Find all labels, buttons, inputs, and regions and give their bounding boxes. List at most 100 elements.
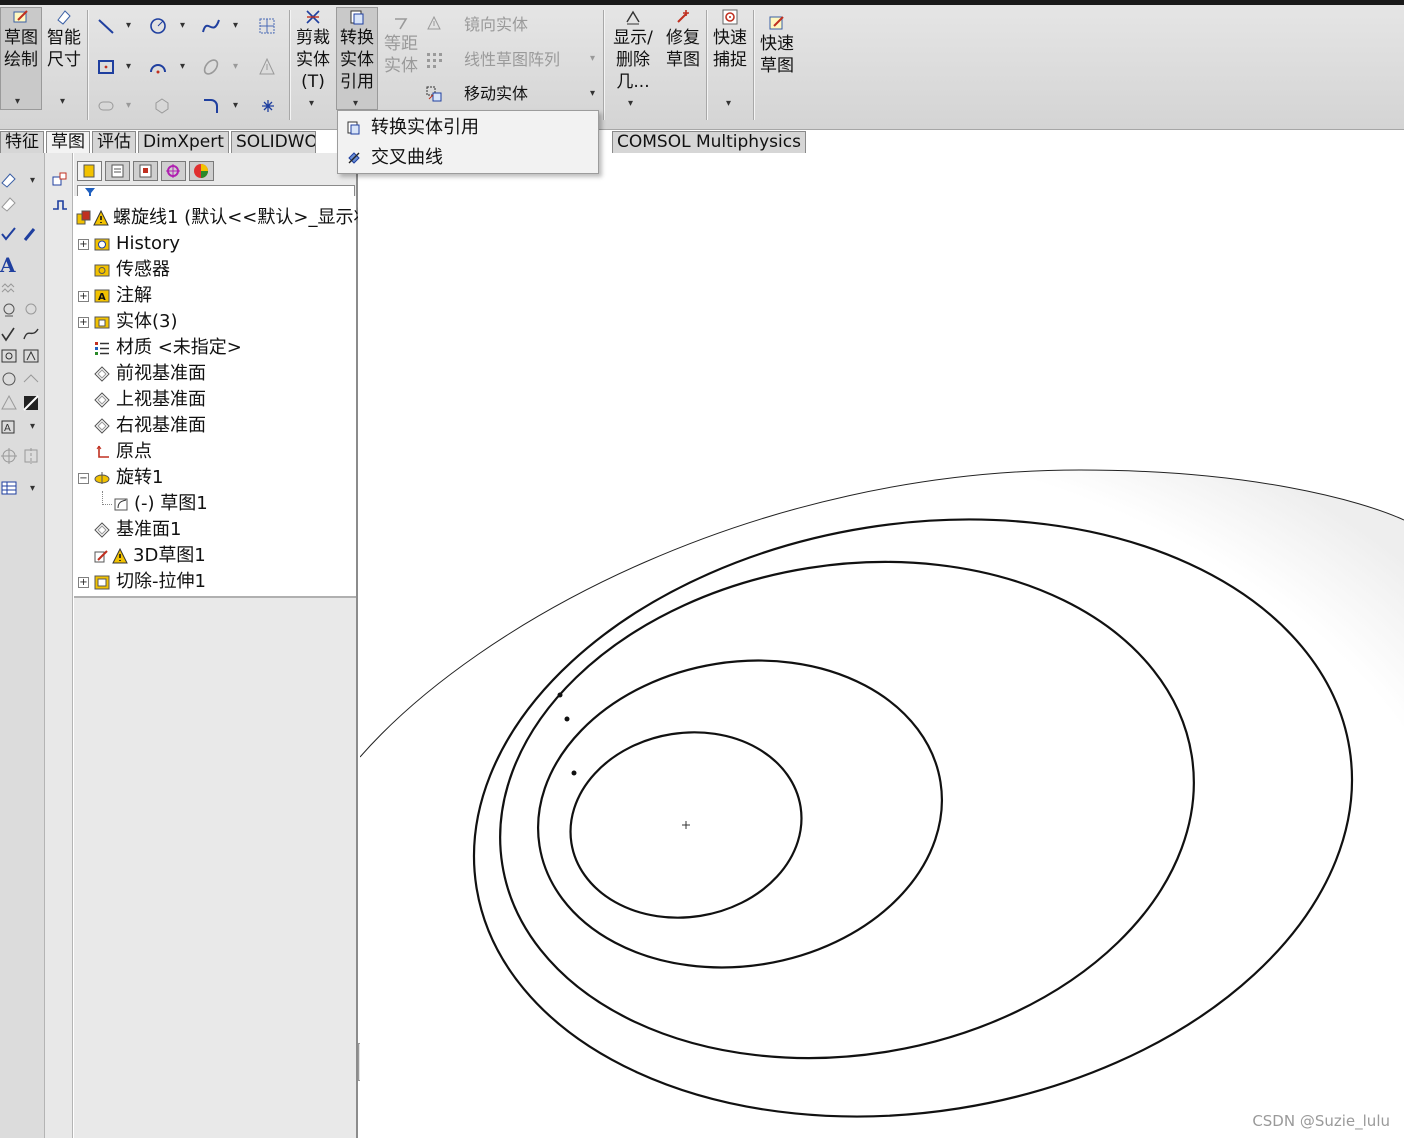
- convert-caret[interactable]: ▾: [353, 98, 358, 109]
- hatch-fill-icon[interactable]: [22, 394, 40, 412]
- sketch-dropdown-caret[interactable]: ▾: [15, 96, 20, 107]
- format-painter-icon[interactable]: [22, 225, 40, 243]
- revision-cloud-icon[interactable]: [0, 370, 18, 388]
- ellipse-caret[interactable]: ▾: [233, 61, 238, 72]
- offset-entities-button[interactable]: 等距 实体: [381, 14, 421, 77]
- pattern-caret[interactable]: ▾: [590, 53, 595, 64]
- hole-callout-icon[interactable]: [22, 347, 40, 365]
- graphics-area[interactable]: CSDN @Suzie_lulu: [360, 153, 1404, 1138]
- tab-dimxpert[interactable]: DimXpert: [138, 131, 229, 153]
- sketch-point[interactable]: [571, 770, 577, 776]
- smart-dimension-caret[interactable]: ▾: [60, 96, 65, 107]
- table-icon[interactable]: [0, 479, 18, 497]
- step-line-icon[interactable]: [51, 195, 69, 213]
- tab-evaluate[interactable]: 评估: [92, 131, 136, 153]
- magnetic-line-icon[interactable]: [22, 370, 40, 388]
- mirror-entities-label[interactable]: 镜向实体: [464, 14, 528, 36]
- move-caret[interactable]: ▾: [590, 88, 595, 99]
- ellipse-icon[interactable]: [201, 57, 221, 77]
- tree-item-revolve[interactable]: − 旋转1: [78, 465, 358, 491]
- line-icon[interactable]: [96, 16, 116, 36]
- expand-icon[interactable]: +: [78, 577, 89, 588]
- tab-comsol[interactable]: COMSOL Multiphysics: [612, 131, 806, 153]
- tree-item-cut-extrude1[interactable]: + 切除-拉伸1: [78, 569, 358, 595]
- tab-feature-tree[interactable]: [77, 161, 102, 181]
- tree-root-node[interactable]: 螺旋线1 (默认<<默认>_显示状: [76, 205, 358, 231]
- centerline-icon[interactable]: [22, 447, 40, 465]
- circle-caret[interactable]: ▾: [180, 20, 185, 31]
- sketch-point[interactable]: [557, 692, 563, 698]
- sketch-grid-icon[interactable]: [257, 16, 277, 36]
- menu-item-intersection-curve[interactable]: 交叉曲线: [338, 143, 598, 173]
- center-mark-icon[interactable]: [0, 447, 18, 465]
- dimension-alt-icon[interactable]: [0, 195, 18, 213]
- expand-icon[interactable]: +: [78, 317, 89, 328]
- quick-snaps-caret[interactable]: ▾: [726, 98, 731, 109]
- expand-icon[interactable]: +: [78, 239, 89, 250]
- rectangle-icon[interactable]: [96, 57, 116, 77]
- expand-icon[interactable]: +: [78, 291, 89, 302]
- move-entities-icon[interactable]: [424, 84, 444, 104]
- balloon-icon[interactable]: [0, 281, 18, 299]
- repair-sketch-button[interactable]: 修复 草图: [663, 8, 703, 71]
- datum-target-icon[interactable]: [0, 347, 18, 365]
- table-caret[interactable]: ▾: [30, 483, 35, 494]
- slot-caret[interactable]: ▾: [126, 100, 131, 111]
- mirror-icon[interactable]: [424, 14, 444, 34]
- tree-item-3d-sketch1[interactable]: 3D草图1: [78, 543, 358, 569]
- spell-check-icon[interactable]: [0, 225, 18, 243]
- tree-item-front-plane[interactable]: 前视基准面: [78, 361, 358, 387]
- sketch-point[interactable]: [564, 716, 570, 722]
- rectangle-caret[interactable]: ▾: [126, 61, 131, 72]
- point-icon[interactable]: [258, 96, 278, 116]
- linear-pattern-icon[interactable]: [424, 50, 444, 70]
- polygon-icon[interactable]: [152, 96, 172, 116]
- circle-icon[interactable]: [148, 16, 168, 36]
- tab-display-manager[interactable]: [189, 161, 214, 181]
- trim-caret[interactable]: ▾: [309, 98, 314, 109]
- menu-item-convert-entities[interactable]: 转换实体引用: [338, 113, 598, 143]
- smart-dimension-button[interactable]: 智能 尺寸: [44, 8, 84, 71]
- surface-finish-icon[interactable]: [0, 301, 18, 319]
- rapid-sketch-button[interactable]: 快速 草图: [757, 14, 797, 77]
- tree-item-top-plane[interactable]: 上视基准面: [78, 387, 358, 413]
- tab-solidworks[interactable]: SOLIDWO: [230, 131, 316, 153]
- fillet-icon[interactable]: [201, 96, 221, 116]
- line-caret[interactable]: ▾: [126, 20, 131, 31]
- tree-item-right-plane[interactable]: 右视基准面: [78, 413, 358, 439]
- arc-caret[interactable]: ▾: [180, 61, 185, 72]
- spline-caret[interactable]: ▾: [233, 20, 238, 31]
- sketch-button[interactable]: 草图 绘制: [0, 7, 42, 110]
- linear-pattern-label[interactable]: 线性草图阵列: [464, 49, 560, 71]
- tree-item-annotations[interactable]: + A 注解: [78, 283, 358, 309]
- text-icon[interactable]: [257, 57, 277, 77]
- sketch-relation-icon[interactable]: [51, 171, 69, 189]
- fillet-caret[interactable]: ▾: [233, 100, 238, 111]
- block-caret[interactable]: ▾: [30, 421, 35, 432]
- collapse-icon[interactable]: −: [78, 473, 89, 484]
- move-entities-label[interactable]: 移动实体: [464, 83, 528, 105]
- relations-caret[interactable]: ▾: [628, 98, 633, 109]
- trim-entities-button[interactable]: 剪裁 实体 (T): [294, 8, 332, 93]
- tree-item-history[interactable]: + History: [78, 231, 358, 257]
- datum-feature-icon[interactable]: [22, 325, 40, 343]
- spline-icon[interactable]: [201, 16, 221, 36]
- tab-configuration-manager[interactable]: [133, 161, 158, 181]
- tree-item-sketch1[interactable]: (-) 草图1: [112, 491, 358, 517]
- block-icon[interactable]: A: [0, 417, 18, 435]
- tab-features[interactable]: 特征: [0, 131, 44, 153]
- smart-dimension-icon[interactable]: [0, 171, 18, 189]
- tab-dimxpert-manager[interactable]: [161, 161, 186, 181]
- quick-snaps-button[interactable]: 快速 捕捉: [710, 8, 750, 71]
- tree-item-plane1[interactable]: 基准面1: [78, 517, 358, 543]
- display-delete-relations-button[interactable]: 显示/ 删除 几...: [609, 8, 657, 93]
- tree-item-material[interactable]: 材质 <未指定>: [78, 335, 358, 361]
- tab-property-manager[interactable]: [105, 161, 130, 181]
- arc-icon[interactable]: [148, 57, 168, 77]
- geometric-tolerance-icon[interactable]: [0, 325, 18, 343]
- tree-item-solid-bodies[interactable]: + 实体(3): [78, 309, 358, 335]
- weld-symbol-icon[interactable]: [22, 301, 40, 319]
- dimension-caret[interactable]: ▾: [30, 175, 35, 186]
- tree-item-sensors[interactable]: 传感器: [78, 257, 358, 283]
- tree-item-origin[interactable]: 原点: [78, 439, 358, 465]
